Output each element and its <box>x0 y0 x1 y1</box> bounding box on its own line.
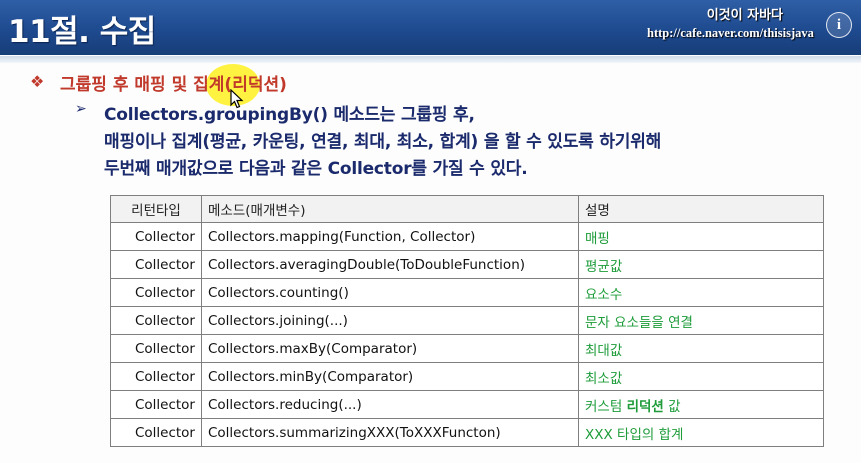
method-cell: Collectors.maxBy(Comparator) <box>201 334 579 363</box>
description-line-1: Collectors.groupingBy() 메소드는 그룹핑 후, <box>104 105 475 125</box>
return-type-cell: Collector <box>110 334 202 363</box>
table-row: Collector Collectors.minBy(Comparator) 최… <box>110 362 824 391</box>
method-cell: Collectors.minBy(Comparator) <box>201 362 579 391</box>
description-cell: 평균값 <box>578 250 824 279</box>
description-cell: 요소수 <box>578 278 824 307</box>
description-cell: 매핑 <box>578 222 824 251</box>
description-cell: 최대값 <box>578 334 824 363</box>
description-cell: 최소값 <box>578 362 824 391</box>
return-type-cell: Collector <box>110 362 202 391</box>
brand-text: 이것이 자바다 <box>706 8 783 23</box>
description-cell: XXX 타입의 합계 <box>578 418 824 447</box>
slide-title: 11절. 수집 <box>8 14 156 50</box>
diamond-bullet-icon: ❖ <box>30 72 45 91</box>
info-icon[interactable]: i <box>826 12 852 38</box>
arrow-bullet-icon: ➢ <box>75 101 87 117</box>
description-bold: 리덕션 <box>626 398 664 415</box>
method-cell: Collectors.mapping(Function, Collector) <box>201 222 579 251</box>
method-cell: Collectors.summarizingXXX(ToXXXFuncton) <box>201 418 579 447</box>
column-header-return-type: 리턴타입 <box>110 195 202 223</box>
table-row: Collector Collectors.maxBy(Comparator) 최… <box>110 334 824 363</box>
description-cell: 문자 요소들을 연결 <box>578 306 824 335</box>
description-prefix: 커스텀 <box>585 398 627 415</box>
table-row: Collector Collectors.averagingDouble(ToD… <box>110 250 824 279</box>
table-row: Collector Collectors.mapping(Function, C… <box>110 222 824 251</box>
return-type-cell: Collector <box>110 222 202 251</box>
return-type-cell: Collector <box>110 418 202 447</box>
table-header-row: 리턴타입 메소드(매개변수) 설명 <box>110 195 824 223</box>
description-suffix: 값 <box>663 398 681 415</box>
table-row: Collector Collectors.reducing(...) 커스텀 리… <box>110 390 824 419</box>
header-divider <box>0 56 861 63</box>
description-line-2: 매핑이나 집계(평균, 카운팅, 연결, 최대, 최소, 합계) 을 할 수 있… <box>104 132 662 152</box>
method-cell: Collectors.reducing(...) <box>201 390 579 419</box>
method-cell: Collectors.counting() <box>201 278 579 307</box>
return-type-cell: Collector <box>110 250 202 279</box>
table-row: Collector Collectors.counting() 요소수 <box>110 278 824 307</box>
section-heading: 그룹핑 후 매핑 및 집계(리덕션) <box>60 75 287 95</box>
return-type-cell: Collector <box>110 390 202 419</box>
return-type-cell: Collector <box>110 278 202 307</box>
description-cell: 커스텀 리덕션 값 <box>578 390 824 419</box>
column-header-method: 메소드(매개변수) <box>201 195 579 223</box>
table-row: Collector Collectors.summarizingXXX(ToXX… <box>110 418 824 447</box>
column-header-description: 설명 <box>578 195 824 223</box>
method-cell: Collectors.joining(...) <box>201 306 579 335</box>
method-cell: Collectors.averagingDouble(ToDoubleFunct… <box>201 250 579 279</box>
description-line-3: 두번째 매개값으로 다음과 같은 Collector를 가질 수 있다. <box>104 159 528 179</box>
collector-table: 리턴타입 메소드(매개변수) 설명 Collector Collectors.m… <box>110 195 824 447</box>
slide-header: 11절. 수집 이것이 자바다 http://cafe.naver.com/th… <box>0 0 861 55</box>
cafe-url: http://cafe.naver.com/thisisjava <box>647 26 814 40</box>
return-type-cell: Collector <box>110 306 202 335</box>
table-row: Collector Collectors.joining(...) 문자 요소들… <box>110 306 824 335</box>
